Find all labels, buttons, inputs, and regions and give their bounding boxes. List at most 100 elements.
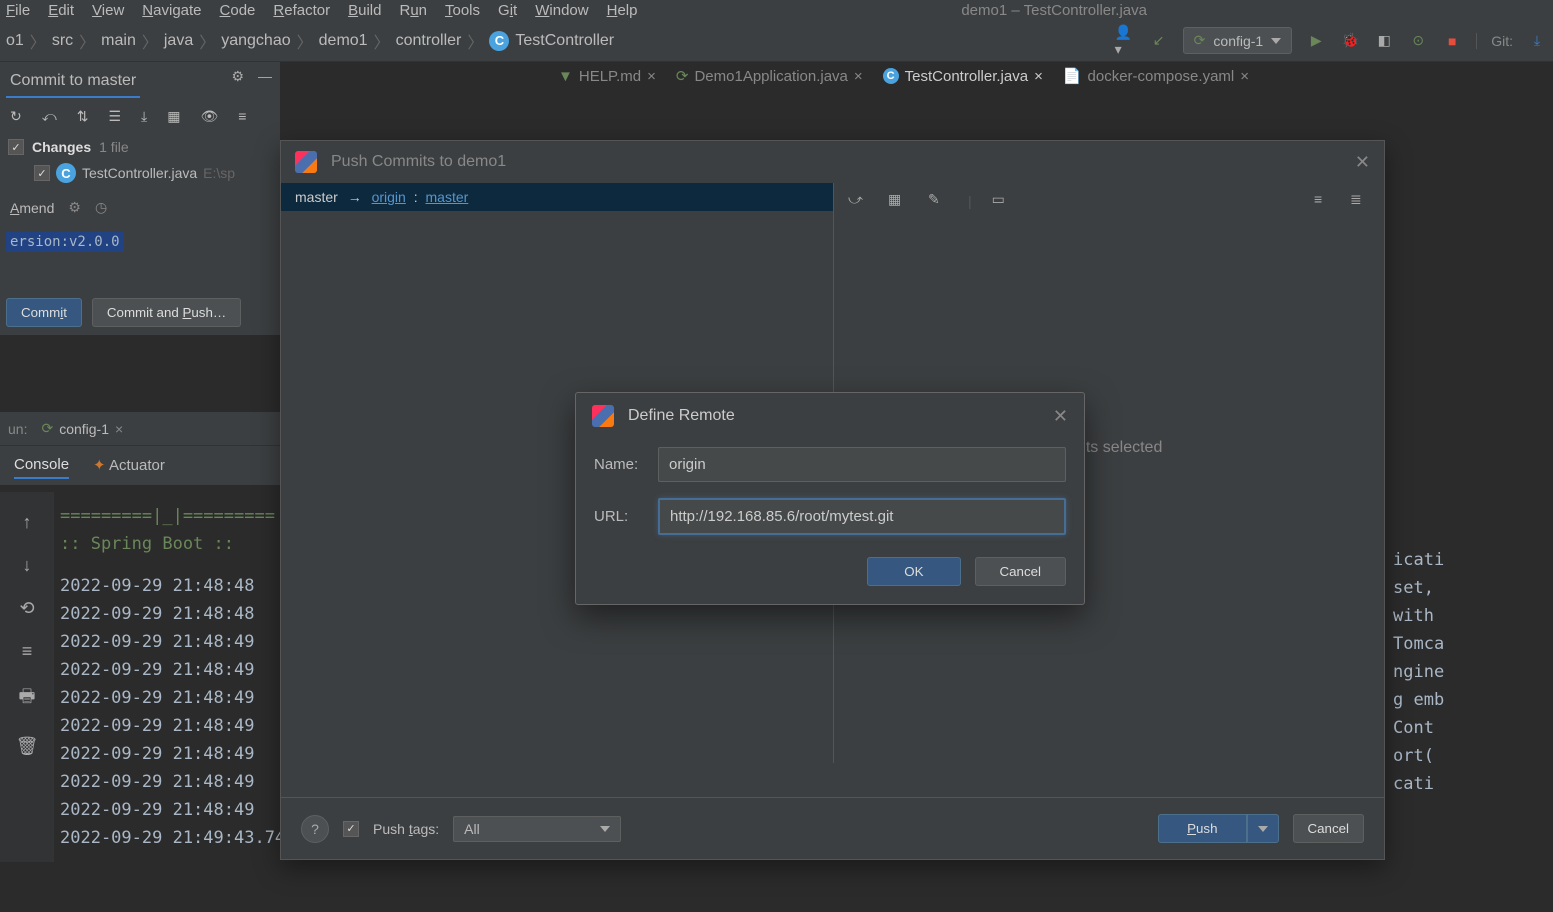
breadcrumb[interactable]: o1〉 src〉 main〉 java〉 yangchao〉 demo1〉 co… [6,29,614,53]
tab-docker[interactable]: 📄docker-compose.yaml× [1053,63,1259,89]
close-icon[interactable]: × [854,68,863,85]
changes-checkbox[interactable]: ✓ [8,139,24,155]
user-icon[interactable]: 👤▾ [1115,31,1135,51]
menu-window[interactable]: Window [535,2,588,19]
minimize-icon[interactable]: — [258,68,272,85]
expand-icon[interactable]: ≡ [238,108,246,125]
file-checkbox[interactable]: ✓ [34,165,50,181]
name-input[interactable] [658,447,1066,482]
version-text: ersion:v2.0.0 [6,232,124,252]
define-remote-dialog: Define Remote ✕ Name: URL: OK Cancel [575,392,1085,605]
remote-branch-link[interactable]: master [426,189,469,205]
chevron-down-icon [600,826,610,832]
toolbar: o1〉 src〉 main〉 java〉 yangchao〉 demo1〉 co… [0,20,1553,62]
gear-icon[interactable]: ⚙ [68,199,81,216]
push-dialog-title-bar[interactable]: Push Commits to demo1 ✕ [281,141,1384,183]
commit-panel-title: Commit to master [6,70,140,98]
close-icon[interactable]: ✕ [1355,152,1370,173]
group-icon[interactable]: ▦ [888,191,908,211]
cancel-button[interactable]: Cancel [1293,814,1365,843]
cherry-pick-icon[interactable]: ⤻ [848,191,868,211]
help-icon[interactable]: ? [301,815,329,843]
branch-row[interactable]: master → origin : master [281,183,833,211]
preview-icon[interactable]: ▭ [992,191,1012,211]
class-icon: C [489,31,509,51]
rollback-icon[interactable]: ⤺ [42,108,57,125]
shelve-icon[interactable]: ⤓ [141,108,147,125]
changes-row[interactable]: ✓ Changes 1 file [6,135,274,159]
close-icon[interactable]: × [115,421,123,437]
tab-testcontroller[interactable]: CTestController.java× [873,64,1053,89]
menu-navigate[interactable]: Navigate [142,2,201,19]
file-row[interactable]: ✓ C TestController.java E:\sp [6,159,274,187]
show-diff-icon[interactable]: 👁 [200,108,218,125]
run-config-tab[interactable]: ⟳ config-1 × [35,418,129,439]
stop-icon[interactable]: ■ [1442,31,1462,51]
menu-refactor[interactable]: Refactor [273,2,330,19]
intellij-icon [295,151,317,173]
console-right-fragment: icati set, with Tomca ngine g emb Cont o… [1393,546,1553,798]
run-config-selector[interactable]: ⟳ config-1 [1183,27,1293,54]
close-icon[interactable]: × [647,68,656,85]
coverage-icon[interactable]: ◧ [1374,31,1394,51]
gear-icon[interactable]: ⚙ [231,68,244,85]
group-icon[interactable]: ▦ [167,108,180,125]
remote-link[interactable]: origin [372,189,406,205]
scroll-icon[interactable]: ≡ [22,641,33,662]
diff-icon[interactable]: ⇅ [77,108,89,125]
commit-push-button[interactable]: Commit and Push… [92,298,241,327]
menu-git[interactable]: Git [498,2,517,19]
menu-help[interactable]: Help [607,2,638,19]
url-input[interactable] [658,498,1066,535]
close-icon[interactable]: × [1034,68,1043,85]
commit-button[interactable]: Commit [6,298,82,327]
tab-help[interactable]: ▼HELP.md× [548,64,666,89]
run-icon[interactable]: ▶ [1306,31,1326,51]
chevron-down-icon [1271,38,1281,44]
menu-edit[interactable]: Edit [48,2,74,19]
expand-all-icon[interactable]: ≡ [1314,191,1334,211]
actuator-tab[interactable]: ✦ Actuator [93,452,165,479]
changelist-icon[interactable]: ☰ [108,108,121,125]
menu-run[interactable]: Run [399,2,427,19]
cancel-button[interactable]: Cancel [975,557,1067,586]
tab-demo1app[interactable]: ⟳Demo1Application.java× [666,63,873,89]
push-tags-checkbox[interactable]: ✓ [343,821,359,837]
push-tags-select[interactable]: All [453,816,621,842]
define-remote-title-bar[interactable]: Define Remote ✕ [576,393,1084,439]
ok-button[interactable]: OK [867,557,960,586]
update-project-icon[interactable]: ⤓ [1527,31,1547,51]
commit-panel: Commit to master ⚙ — ↻ ⤺ ⇅ ☰ ⤓ ▦ 👁 ≡ ✓ C… [0,62,280,335]
name-label: Name: [594,456,646,473]
debug-icon[interactable]: 🐞 [1340,31,1360,51]
wrap-icon[interactable]: ⟲ [19,598,34,619]
history-icon[interactable]: ◷ [95,199,107,216]
menu-build[interactable]: Build [348,2,381,19]
push-button[interactable]: Push [1158,814,1246,843]
push-button-dropdown[interactable] [1247,814,1279,843]
menu-file[interactable]: FFileile [6,2,30,19]
run-panel: un: ⟳ config-1 × Console ✦ Actuator [0,412,280,485]
menu-tools[interactable]: Tools [445,2,480,19]
up-icon[interactable]: ↑ [23,512,32,533]
close-icon[interactable]: ✕ [1053,406,1068,427]
url-label: URL: [594,508,646,525]
refresh-icon[interactable]: ↻ [10,108,22,125]
amend-label[interactable]: Amend [10,200,54,216]
close-icon[interactable]: × [1240,68,1249,85]
git-label: Git: [1476,33,1513,49]
print-icon[interactable]: 🖶 [19,684,36,714]
menu-bar: FFileile Edit View Navigate Code Refacto… [0,0,1553,20]
menu-code[interactable]: Code [220,2,256,19]
hammer-icon[interactable]: ↙ [1149,31,1169,51]
menu-view[interactable]: View [92,2,124,19]
down-icon[interactable]: ↓ [23,555,32,576]
clear-icon[interactable]: 🗑 [16,736,39,757]
edit-icon[interactable]: ✎ [928,191,948,211]
profile-icon[interactable]: ⊙ [1408,31,1428,51]
window-title: demo1 – TestController.java [961,2,1147,19]
intellij-icon [592,405,614,427]
console-tab[interactable]: Console [14,452,69,479]
class-icon: C [883,68,899,84]
collapse-all-icon[interactable]: ≣ [1350,191,1370,211]
